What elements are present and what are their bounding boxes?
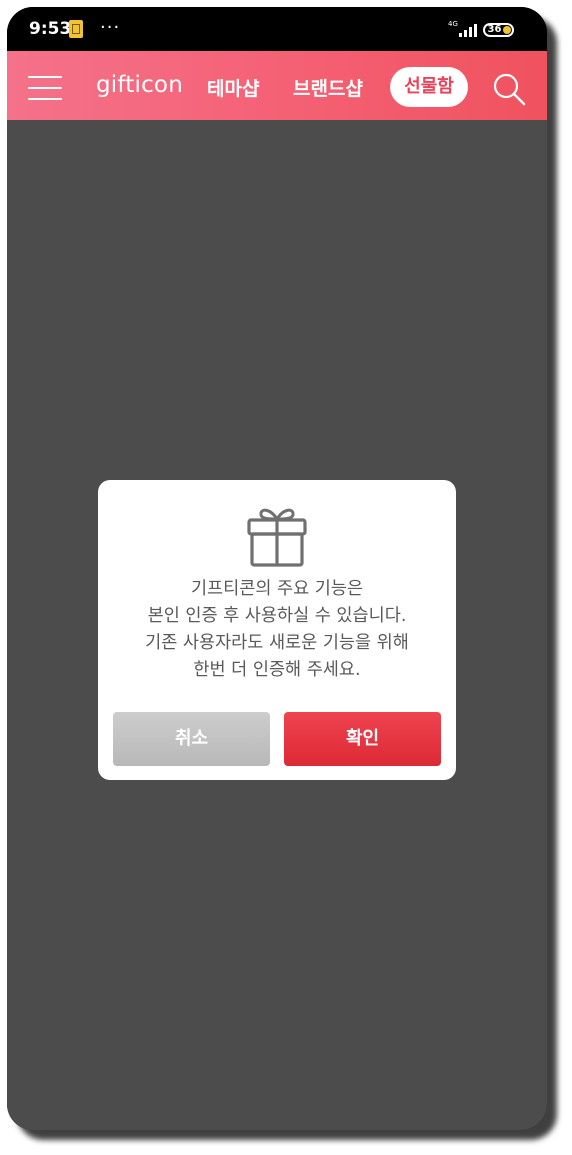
cancel-button[interactable]: 취소 [113, 712, 270, 766]
confirm-button[interactable]: 확인 [284, 712, 441, 766]
status-time: 9:53 [29, 19, 72, 39]
battery-icon: 36 [483, 23, 514, 37]
dialog-message-line: 기프티콘의 주요 기능은 [190, 579, 364, 599]
nav-gift-box[interactable]: 선물함 [390, 67, 468, 107]
nav-theme-shop[interactable]: 테마샵 [207, 74, 259, 101]
status-bar: 9:53 ··· 4G 36 [7, 7, 547, 51]
nav-brand-shop[interactable]: 브랜드샵 [293, 74, 363, 101]
dialog-message-line: 본인 인증 후 사용하실 수 있습니다. [147, 606, 407, 626]
dimmed-overlay[interactable]: 기프티콘의 주요 기능은 본인 인증 후 사용하실 수 있습니다. 기존 사용자… [7, 120, 547, 1130]
search-icon[interactable] [491, 71, 527, 107]
signal-icon [459, 23, 479, 37]
gift-icon [247, 508, 307, 567]
gifticon-logo[interactable]: gifticon [96, 72, 183, 98]
more-notifications-icon: ··· [100, 17, 121, 38]
phone-frame: 9:53 ··· 4G 36 gifticon 테마샵 브랜드샵 선물함 기프티… [7, 7, 547, 1130]
dialog-message-line: 한번 더 인증해 주세요. [193, 660, 361, 680]
dialog-message-line: 기존 사용자라도 새로운 기능을 위해 [145, 633, 409, 653]
sim-notification-icon [69, 20, 83, 38]
app-header: gifticon 테마샵 브랜드샵 선물함 [7, 51, 547, 120]
auth-dialog: 기프티콘의 주요 기능은 본인 인증 후 사용하실 수 있습니다. 기존 사용자… [98, 480, 456, 780]
menu-icon[interactable] [28, 70, 62, 100]
network-type-label: 4G [448, 20, 458, 28]
battery-level: 36 [487, 24, 502, 35]
dialog-message: 기프티콘의 주요 기능은 본인 인증 후 사용하실 수 있습니다. 기존 사용자… [98, 576, 456, 684]
